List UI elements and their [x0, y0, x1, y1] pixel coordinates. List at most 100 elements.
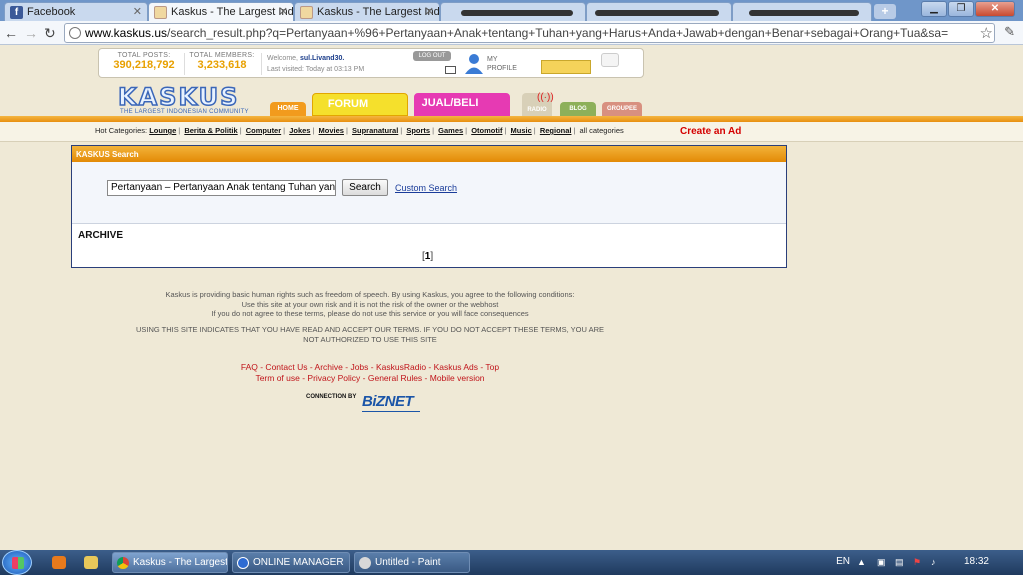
paint-icon	[359, 557, 371, 569]
logout-button[interactable]: LOG OUT	[413, 51, 451, 61]
url-path: /search_result.php?q=Pertanyaan+%96+Pert…	[167, 26, 949, 40]
tab-title: Kaskus - The Largest Indon	[171, 6, 294, 18]
nav-home[interactable]: HOME	[270, 102, 306, 116]
close-icon[interactable]: ✕	[425, 5, 434, 18]
connection-by-label: CONNECTION BY	[306, 394, 357, 400]
tab-title: Facebook	[27, 6, 76, 18]
nav-groupee[interactable]: GROUPEE	[602, 102, 642, 116]
divider	[184, 53, 185, 75]
tab-redacted[interactable]	[440, 2, 586, 21]
mail-icon[interactable]	[445, 66, 456, 74]
archive-section: ARCHIVE [1]	[72, 225, 786, 267]
category-supranatural[interactable]: Supranatural	[352, 126, 398, 135]
show-hidden-icons-icon[interactable]: ▲	[857, 557, 867, 567]
custom-search-link[interactable]: Custom Search	[395, 183, 457, 193]
tab-kaskus[interactable]: Kaskus - The Largest Indon ✕	[294, 2, 440, 21]
firefox-icon[interactable]	[52, 556, 66, 569]
category-sports[interactable]: Sports	[406, 126, 430, 135]
all-categories-link[interactable]: all categories	[580, 126, 624, 135]
redaction-scribble	[749, 10, 859, 16]
clock[interactable]: 18:32	[964, 556, 989, 567]
username-link[interactable]: sul.Livand30.	[300, 55, 344, 62]
new-tab-button[interactable]: +	[874, 4, 896, 19]
redaction-scribble	[461, 10, 573, 16]
facebook-icon: f	[10, 6, 23, 19]
wrench-icon[interactable]: ✎	[1004, 24, 1015, 40]
my-profile-link[interactable]: MY PROFILE	[487, 55, 517, 73]
back-arrow-icon[interactable]: ←	[4, 25, 18, 41]
chrome-icon	[117, 557, 129, 569]
total-members: TOTAL MEMBERS: 3,233,618	[189, 52, 255, 71]
category-berita-politik[interactable]: Berita & Politik	[184, 126, 237, 135]
nav-blog[interactable]: BLOG	[560, 102, 596, 116]
language-indicator[interactable]: EN	[836, 556, 850, 567]
folder-icon[interactable]	[84, 556, 98, 569]
forward-arrow-icon[interactable]: →	[24, 25, 38, 41]
biznet-logo: BiZNET	[362, 393, 414, 410]
minimize-button[interactable]: ▁	[921, 1, 947, 17]
action-center-flag-icon[interactable]: ⚑	[913, 557, 923, 567]
disclaimer-text: Kaskus is providing basic human rights s…	[165, 290, 575, 318]
last-visited: Last visited: Today at 03:13 PM	[267, 66, 365, 73]
browser-tab-strip: f Facebook ✕ Kaskus - The Largest Indon …	[0, 0, 1023, 21]
nav-forum[interactable]: FORUM	[312, 93, 408, 116]
kaskus-icon	[300, 6, 313, 19]
address-bar[interactable]: www.kaskus.us/search_result.php?q=Pertan…	[64, 23, 995, 43]
search-button[interactable]: Search	[342, 179, 388, 196]
kaskus-logo[interactable]: KASKUS THE LARGEST INDONESIAN COMMUNITY	[117, 84, 249, 115]
redaction-scribble	[595, 10, 719, 16]
close-window-button[interactable]: ✕	[975, 1, 1015, 17]
hot-categories-bar: Hot Categories: Lounge | Berita & Politik…	[0, 122, 1023, 142]
tab-redacted[interactable]	[586, 2, 732, 21]
search-form: Pertanyaan – Pertanyaan Anak tentang Tuh…	[72, 162, 786, 224]
footer-links[interactable]: FAQ - Contact Us - Archive - Jobs - Kask…	[90, 362, 650, 384]
tab-redacted[interactable]	[732, 2, 872, 21]
kaskus-icon	[154, 6, 167, 19]
category-jokes[interactable]: Jokes	[289, 126, 310, 135]
windows-taskbar: Kaskus - The Largest ... ONLINE MANAGER …	[0, 550, 1023, 575]
search-icon[interactable]	[601, 53, 619, 67]
taskbar-item-chrome[interactable]: Kaskus - The Largest ...	[112, 552, 228, 573]
category-otomotif[interactable]: Otomotif	[471, 126, 502, 135]
category-regional[interactable]: Regional	[540, 126, 572, 135]
close-icon[interactable]: ✕	[279, 5, 288, 18]
globe-icon	[69, 27, 81, 39]
category-music[interactable]: Music	[511, 126, 532, 135]
terms-notice: USING THIS SITE INDICATES THAT YOU HAVE …	[135, 325, 605, 344]
monitor-icon[interactable]: ▤	[895, 557, 905, 567]
divider	[261, 53, 262, 75]
category-computer[interactable]: Computer	[246, 126, 281, 135]
nav-jual-beli[interactable]: JUAL/BELI	[414, 93, 510, 116]
bookmark-star-icon[interactable]: ☆	[980, 24, 993, 42]
profile-icon[interactable]	[463, 53, 485, 75]
windows-logo-icon	[12, 557, 24, 569]
kaskus-page: TOTAL POSTS: 390,218,792 TOTAL MEMBERS: …	[0, 45, 1023, 550]
volume-icon[interactable]: ♪	[931, 557, 941, 567]
url-domain: www.kaskus.us	[85, 26, 168, 40]
hot-categories: Hot Categories: Lounge | Berita & Politik…	[95, 126, 624, 135]
panel-title: KASKUS Search	[72, 146, 786, 162]
taskbar-item-paint[interactable]: Untitled - Paint	[354, 552, 470, 573]
quick-search-input[interactable]	[541, 60, 591, 74]
create-ad-link[interactable]: Create an Ad	[680, 126, 741, 137]
close-icon[interactable]: ✕	[133, 5, 142, 18]
network-icon[interactable]: ▣	[877, 557, 887, 567]
pagination: [1]	[422, 251, 434, 262]
tab-facebook[interactable]: f Facebook ✕	[4, 2, 148, 21]
tab-kaskus-active[interactable]: Kaskus - The Largest Indon ✕	[148, 2, 294, 21]
biznet-underline	[362, 411, 420, 412]
online-manager-icon	[237, 557, 249, 569]
welcome-text: Welcome, sul.Livand30. Last visited: Tod…	[267, 55, 365, 73]
archive-heading: ARCHIVE	[78, 230, 124, 241]
search-input[interactable]: Pertanyaan – Pertanyaan Anak tentang Tuh…	[107, 180, 336, 196]
category-games[interactable]: Games	[438, 126, 463, 135]
start-button[interactable]	[2, 550, 32, 575]
category-movies[interactable]: Movies	[319, 126, 344, 135]
browser-toolbar: ← → ↻ www.kaskus.us/search_result.php?q=…	[0, 21, 1023, 45]
category-lounge[interactable]: Lounge	[149, 126, 176, 135]
taskbar-item-online-manager[interactable]: ONLINE MANAGER	[232, 552, 350, 573]
restore-button[interactable]: ❐	[948, 1, 974, 17]
user-stats-bar: TOTAL POSTS: 390,218,792 TOTAL MEMBERS: …	[98, 48, 644, 78]
radio-antenna-icon: ((·))	[537, 92, 554, 103]
reload-icon[interactable]: ↻	[44, 25, 56, 42]
